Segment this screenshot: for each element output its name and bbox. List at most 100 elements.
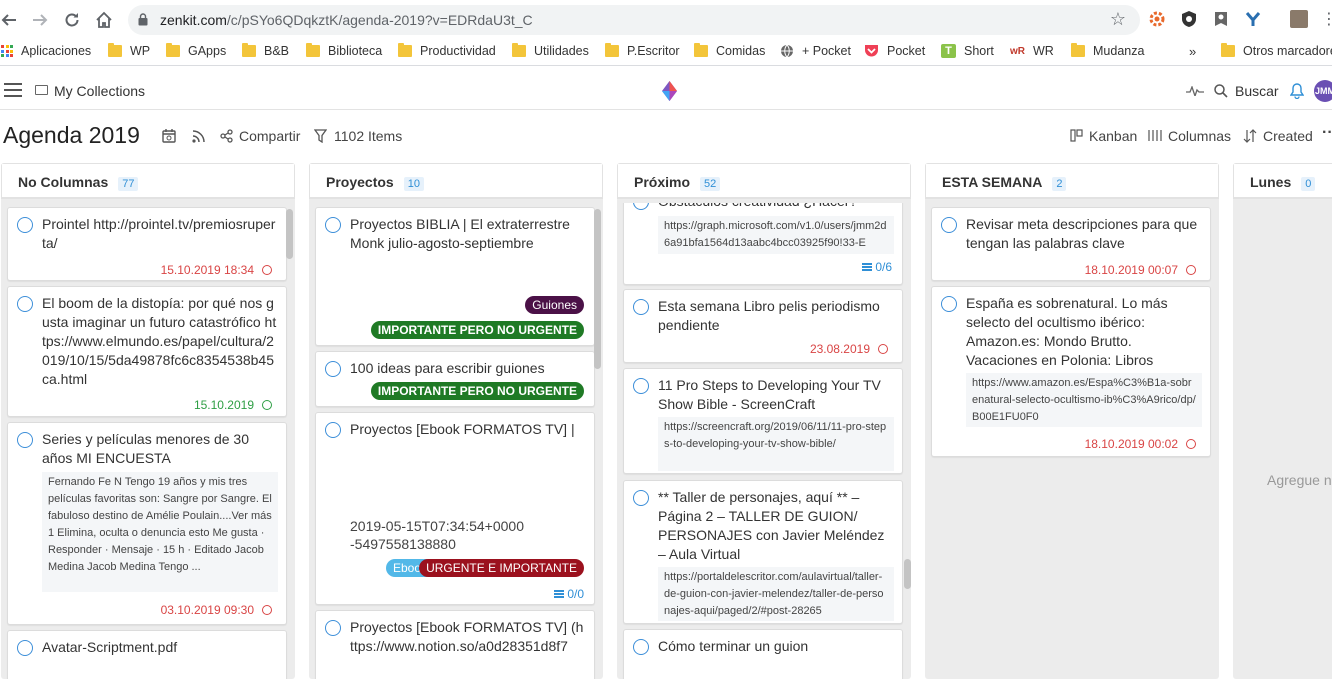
extension-shield-icon[interactable] <box>1180 10 1198 28</box>
more-options-button[interactable]: ··· <box>1322 124 1332 142</box>
column-cards: Prointel http://prointel.tv/premiosruper… <box>1 203 295 679</box>
profile-avatar-icon[interactable] <box>1290 10 1308 28</box>
column-header[interactable]: Proyectos 10 <box>309 163 603 199</box>
bookmark-pocket[interactable]: Pocket <box>864 44 925 58</box>
bookmark-biblioteca[interactable]: Biblioteca <box>306 43 382 58</box>
bookmark-short[interactable]: T Short <box>941 44 994 58</box>
column-scrollbar[interactable] <box>904 559 911 589</box>
card[interactable]: Proyectos [Ebook FORMATOS TV] | 2019-05-… <box>315 412 595 605</box>
items-count[interactable]: 1102 Items <box>334 128 402 144</box>
card[interactable]: El boom de la distopía: por qué nos gust… <box>7 286 287 417</box>
column-header[interactable]: Próximo 52 <box>617 163 911 199</box>
add-card-hint[interactable]: Agregue n <box>1267 472 1332 488</box>
card[interactable]: Revisar meta descripciones para que teng… <box>931 207 1211 281</box>
back-arrow-icon[interactable] <box>0 9 20 31</box>
complete-checkbox[interactable] <box>633 203 649 210</box>
bookmark-star-icon[interactable]: ☆ <box>1110 9 1126 30</box>
complete-checkbox[interactable] <box>17 217 33 233</box>
columns-icon[interactable] <box>1148 129 1162 142</box>
filter-icon[interactable] <box>314 129 327 143</box>
view-kanban-button[interactable]: Kanban <box>1089 128 1137 144</box>
extension-y-icon[interactable] <box>1244 10 1262 28</box>
column-header[interactable]: No Columnas 77 <box>1 163 295 199</box>
card[interactable]: Cómo terminar un guion <box>623 629 903 679</box>
search-icon[interactable] <box>1214 84 1228 98</box>
complete-checkbox[interactable] <box>325 361 341 377</box>
view-columns-button[interactable]: Columnas <box>1168 128 1231 144</box>
tag-priority[interactable]: IMPORTANTE PERO NO URGENTE <box>370 321 584 339</box>
card[interactable]: Proyectos BIBLIA | El extraterrestre Mon… <box>315 207 595 346</box>
rss-icon[interactable] <box>192 129 206 143</box>
tag-guiones[interactable]: Guiones <box>525 296 584 314</box>
complete-checkbox[interactable] <box>941 217 957 233</box>
complete-checkbox[interactable] <box>633 299 649 315</box>
complete-checkbox[interactable] <box>325 217 341 233</box>
tag-priority[interactable]: IMPORTANTE PERO NO URGENTE <box>370 382 584 400</box>
card[interactable]: Proyectos [Ebook FORMATOS TV] (https://w… <box>315 610 595 679</box>
complete-checkbox[interactable] <box>633 639 649 655</box>
card[interactable]: Series y películas menores de 30 años MI… <box>7 422 287 625</box>
url-text[interactable]: zenkit.com/c/pSYo6QDqkztK/agenda-2019?v=… <box>160 12 533 28</box>
column-header[interactable]: Lunes 0 <box>1233 163 1332 199</box>
home-icon[interactable] <box>93 9 115 31</box>
bookmark-otros-marcadores[interactable]: Otros marcadores <box>1221 43 1332 58</box>
tag-priority[interactable]: URGENTE E IMPORTANTE <box>419 559 584 577</box>
bookmark-gapps[interactable]: GApps <box>166 43 226 58</box>
address-bar[interactable]: zenkit.com/c/pSYo6QDqkztK/agenda-2019?v=… <box>128 5 1140 35</box>
bookmark-bnb[interactable]: B&B <box>242 43 289 58</box>
search-button[interactable]: Buscar <box>1235 83 1279 99</box>
card[interactable]: Esta semana Libro pelis periodismo pendi… <box>623 289 903 363</box>
page-title[interactable]: Agenda 2019 <box>3 122 140 149</box>
bookmarks-overflow-button[interactable]: » <box>1189 44 1196 59</box>
card[interactable]: Avatar-Scriptment.pdf <box>7 630 287 679</box>
bookmark-wr[interactable]: wR WR <box>1010 44 1054 58</box>
complete-checkbox[interactable] <box>633 490 649 506</box>
complete-checkbox[interactable] <box>325 620 341 636</box>
reload-icon[interactable] <box>61 9 83 31</box>
complete-checkbox[interactable] <box>325 422 341 438</box>
bookmark-utilidades[interactable]: Utilidades <box>512 43 589 58</box>
bookmark-productividad[interactable]: Productividad <box>398 43 496 58</box>
share-icon[interactable] <box>219 129 234 143</box>
chrome-menu-icon[interactable]: ⋮ <box>1318 9 1332 31</box>
share-button[interactable]: Compartir <box>239 128 300 144</box>
bell-icon[interactable] <box>1290 83 1304 99</box>
complete-checkbox[interactable] <box>17 432 33 448</box>
card-title: ** Taller de personajes, aquí ** – Págin… <box>658 489 885 562</box>
user-avatar[interactable]: JMM <box>1314 80 1332 102</box>
bookmark-pescritor[interactable]: P.Escritor <box>605 43 680 58</box>
card[interactable]: Prointel http://prointel.tv/premiosruper… <box>7 207 287 281</box>
card[interactable]: 11 Pro Steps to Developing Your TV Show … <box>623 368 903 474</box>
complete-checkbox[interactable] <box>17 640 33 656</box>
complete-checkbox[interactable] <box>17 296 33 312</box>
my-collections-link[interactable]: My Collections <box>54 83 145 99</box>
card-title: Series y películas menores de 30 años MI… <box>42 431 249 466</box>
column-scrollbar[interactable] <box>594 209 601 369</box>
bookmark-comidas[interactable]: Comidas <box>694 43 765 58</box>
activity-icon[interactable] <box>1186 86 1204 96</box>
card[interactable]: España es sobrenatural. Lo más selecto d… <box>931 286 1211 457</box>
card[interactable]: ** Taller de personajes, aquí ** – Págin… <box>623 480 903 624</box>
bookmark-plus-pocket[interactable]: + Pocket <box>780 44 851 58</box>
sort-created-button[interactable]: Created <box>1263 128 1313 144</box>
card-title: Esta semana Libro pelis periodismo pendi… <box>658 298 880 333</box>
kanban-icon[interactable] <box>1070 129 1083 142</box>
subtasks-counter[interactable]: 0/6 <box>862 260 892 274</box>
complete-checkbox[interactable] <box>633 378 649 394</box>
sort-icon[interactable] <box>1243 129 1257 143</box>
extension-ghost-icon[interactable] <box>1212 10 1230 28</box>
column-header[interactable]: ESTA SEMANA 2 <box>925 163 1219 199</box>
forward-arrow-icon[interactable] <box>29 9 51 31</box>
extension-gear-icon[interactable] <box>1148 10 1166 28</box>
card[interactable]: 100 ideas para escribir guiones IMPORTAN… <box>315 351 595 407</box>
zenkit-logo-icon[interactable] <box>662 81 677 101</box>
bookmark-apps[interactable]: Aplicaciones <box>1 44 91 58</box>
calendar-sync-icon[interactable] <box>162 129 176 143</box>
complete-checkbox[interactable] <box>941 296 957 312</box>
menu-icon[interactable] <box>4 83 22 101</box>
column-scrollbar[interactable] <box>286 209 293 259</box>
card[interactable]: Obstáculos creatividad ¿Hacer? https://g… <box>623 203 903 285</box>
subtasks-counter[interactable]: 0/0 <box>554 587 584 601</box>
bookmark-wp[interactable]: WP <box>108 43 150 58</box>
bookmark-mudanza[interactable]: Mudanza <box>1071 43 1144 58</box>
